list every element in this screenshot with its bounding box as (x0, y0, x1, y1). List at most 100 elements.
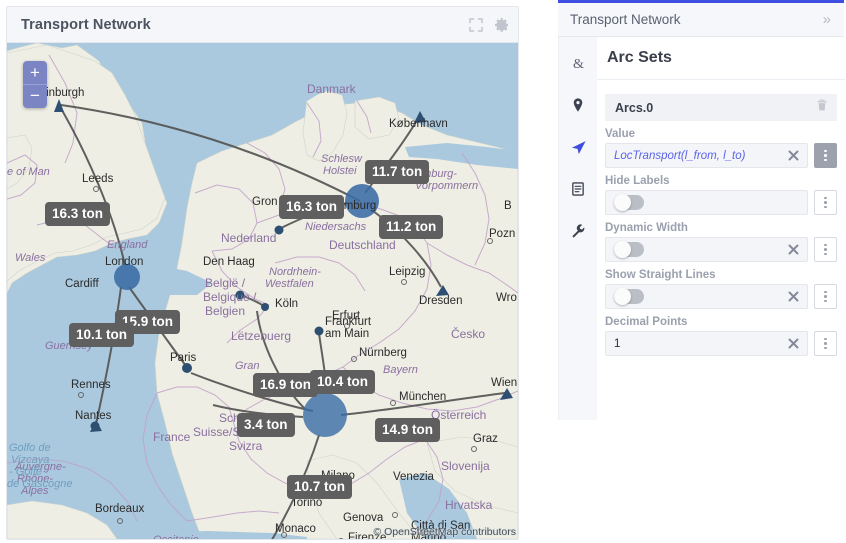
clear-show-straight-lines-icon[interactable] (786, 289, 801, 304)
svg-text:München: München (399, 391, 446, 403)
kebab-menu-icon (824, 337, 827, 350)
svg-text:Bordeaux: Bordeaux (95, 503, 144, 515)
svg-text:e of Man: e of Man (7, 166, 50, 178)
decimal-points-input[interactable]: 1 (605, 331, 808, 356)
svg-text:Nederland: Nederland (221, 231, 276, 245)
collapse-panel-button[interactable]: » (823, 11, 831, 29)
arc-label: 14.9 ton (375, 418, 441, 442)
field-dynamic-width: Dynamic Width (605, 222, 837, 262)
field-label-show-straight-lines: Show Straight Lines (605, 269, 716, 281)
value-input-text: LocTransport(l_from, l_to) (614, 149, 746, 162)
svg-text:Belgien: Belgien (205, 304, 245, 318)
value-menu-button[interactable] (814, 143, 837, 168)
svg-text:København: København (389, 118, 448, 130)
svg-text:Golfo de: Golfo de (9, 442, 51, 454)
field-decimal-points: Decimal Points 1 (605, 316, 837, 356)
panel-content: Arc Sets Arcs.0 Value LocTransport(l_fro… (597, 37, 845, 420)
svg-text:Leipzig: Leipzig (389, 266, 425, 278)
map-header-icon-group (468, 7, 510, 43)
svg-text:Cardiff: Cardiff (65, 278, 99, 290)
svg-text:Nantes: Nantes (75, 410, 112, 422)
clear-value-icon[interactable] (786, 148, 801, 163)
svg-text:Wien: Wien (491, 377, 517, 389)
svg-text:Vizcaya: Vizcaya (11, 454, 49, 466)
svg-text:Graz: Graz (473, 433, 498, 445)
arc-label: 11.2 ton (379, 215, 444, 239)
map-widget-title: Transport Network (21, 16, 151, 33)
clear-decimal-points-icon[interactable] (786, 336, 801, 351)
gear-icon[interactable] (494, 17, 510, 33)
svg-text:de Gascogne: de Gascogne (7, 478, 72, 490)
field-label-decimal-points: Decimal Points (605, 316, 688, 328)
navigation-arrow-icon[interactable] (569, 137, 587, 157)
arc-label: 10.4 ton (310, 370, 376, 394)
svg-text:Gran: Gran (235, 360, 259, 372)
svg-text:Bayern: Bayern (383, 364, 418, 376)
svg-text:België /: België / (205, 276, 246, 290)
zoom-in-button[interactable]: + (23, 61, 47, 84)
value-input[interactable]: LocTransport(l_from, l_to) (605, 143, 808, 168)
dynamic-width-toggle[interactable] (614, 241, 644, 258)
trash-icon[interactable] (815, 98, 829, 117)
svg-text:Holstei: Holstei (323, 165, 357, 177)
svg-text:Dresden: Dresden (419, 295, 462, 307)
dynamic-width-toggle-wrap[interactable] (605, 237, 808, 262)
zoom-out-button[interactable]: − (23, 84, 47, 108)
svg-text:Belgique /: Belgique / (203, 290, 257, 304)
ampersand-icon[interactable]: & (569, 53, 587, 73)
svg-text:- Golfe: - Golfe (9, 466, 42, 478)
wrench-icon[interactable] (569, 221, 587, 241)
field-hide-labels: Hide Labels (605, 175, 837, 215)
hide-labels-menu-button[interactable] (814, 190, 837, 215)
field-value: Value LocTransport(l_from, l_to) (605, 128, 837, 168)
field-show-straight-lines: Show Straight Lines (605, 269, 837, 309)
svg-text:Hrvatska: Hrvatska (445, 498, 493, 512)
svg-text:London: London (105, 256, 143, 268)
clear-dynamic-width-icon[interactable] (786, 242, 801, 257)
hide-labels-toggle-wrap[interactable] (605, 190, 808, 215)
kebab-menu-icon (824, 196, 827, 209)
svg-text:Schlesw: Schlesw (321, 153, 363, 165)
panel-icon-sidebar: & (559, 37, 597, 420)
svg-text:Genova: Genova (343, 512, 384, 524)
transport-network-map-widget: Transport Network Edinburgh Leeds London… (6, 6, 519, 540)
section-title: Arc Sets (597, 37, 845, 80)
svg-text:Česko: Česko (451, 326, 485, 341)
kebab-menu-icon (824, 290, 827, 303)
arc-label: 3.4 ton (237, 413, 295, 437)
field-label-dynamic-width: Dynamic Width (605, 222, 688, 234)
svg-text:Wro: Wro (496, 292, 517, 304)
svg-text:Niedersachs: Niedersachs (305, 221, 367, 233)
properties-panel: Transport Network » & Arc Sets Arcs.0 Va… (556, 0, 846, 420)
arc-set-row[interactable]: Arcs.0 (605, 94, 837, 121)
svg-text:Leeds: Leeds (82, 173, 114, 185)
arc-label: 16.3 ton (279, 195, 345, 219)
svg-text:Venezia: Venezia (393, 471, 435, 483)
arc-label: 16.9 ton (253, 373, 319, 397)
map-attribution[interactable]: © OpenStreetMap contributors (373, 526, 516, 538)
expand-icon[interactable] (468, 17, 484, 33)
map-canvas[interactable]: Edinburgh Leeds ield London Cardiff Renn… (7, 43, 518, 539)
show-straight-lines-menu-button[interactable] (814, 284, 837, 309)
kebab-menu-icon (824, 243, 827, 256)
map-widget-header: Transport Network (7, 7, 518, 43)
document-icon[interactable] (569, 179, 587, 199)
svg-text:&: & (572, 56, 583, 72)
show-straight-lines-toggle-wrap[interactable] (605, 284, 808, 309)
location-pin-icon[interactable] (569, 95, 587, 115)
svg-text:England: England (107, 239, 148, 251)
svg-text:B: B (504, 200, 512, 212)
decimal-points-menu-button[interactable] (814, 331, 837, 356)
arc-label: 11.7 ton (365, 160, 430, 184)
map-zoom-control[interactable]: + − (23, 61, 47, 108)
svg-text:Westfalen: Westfalen (265, 278, 314, 290)
show-straight-lines-toggle[interactable] (614, 288, 644, 305)
field-label-value: Value (605, 128, 636, 140)
svg-text:France: France (153, 430, 191, 444)
dynamic-width-menu-button[interactable] (814, 237, 837, 262)
svg-text:Nordrhein-: Nordrhein- (269, 266, 321, 278)
arc-label: 16.3 ton (45, 202, 111, 226)
hide-labels-toggle[interactable] (614, 194, 644, 211)
svg-text:Frankfurt: Frankfurt (325, 316, 372, 328)
arc-set-label: Arcs.0 (615, 100, 654, 115)
